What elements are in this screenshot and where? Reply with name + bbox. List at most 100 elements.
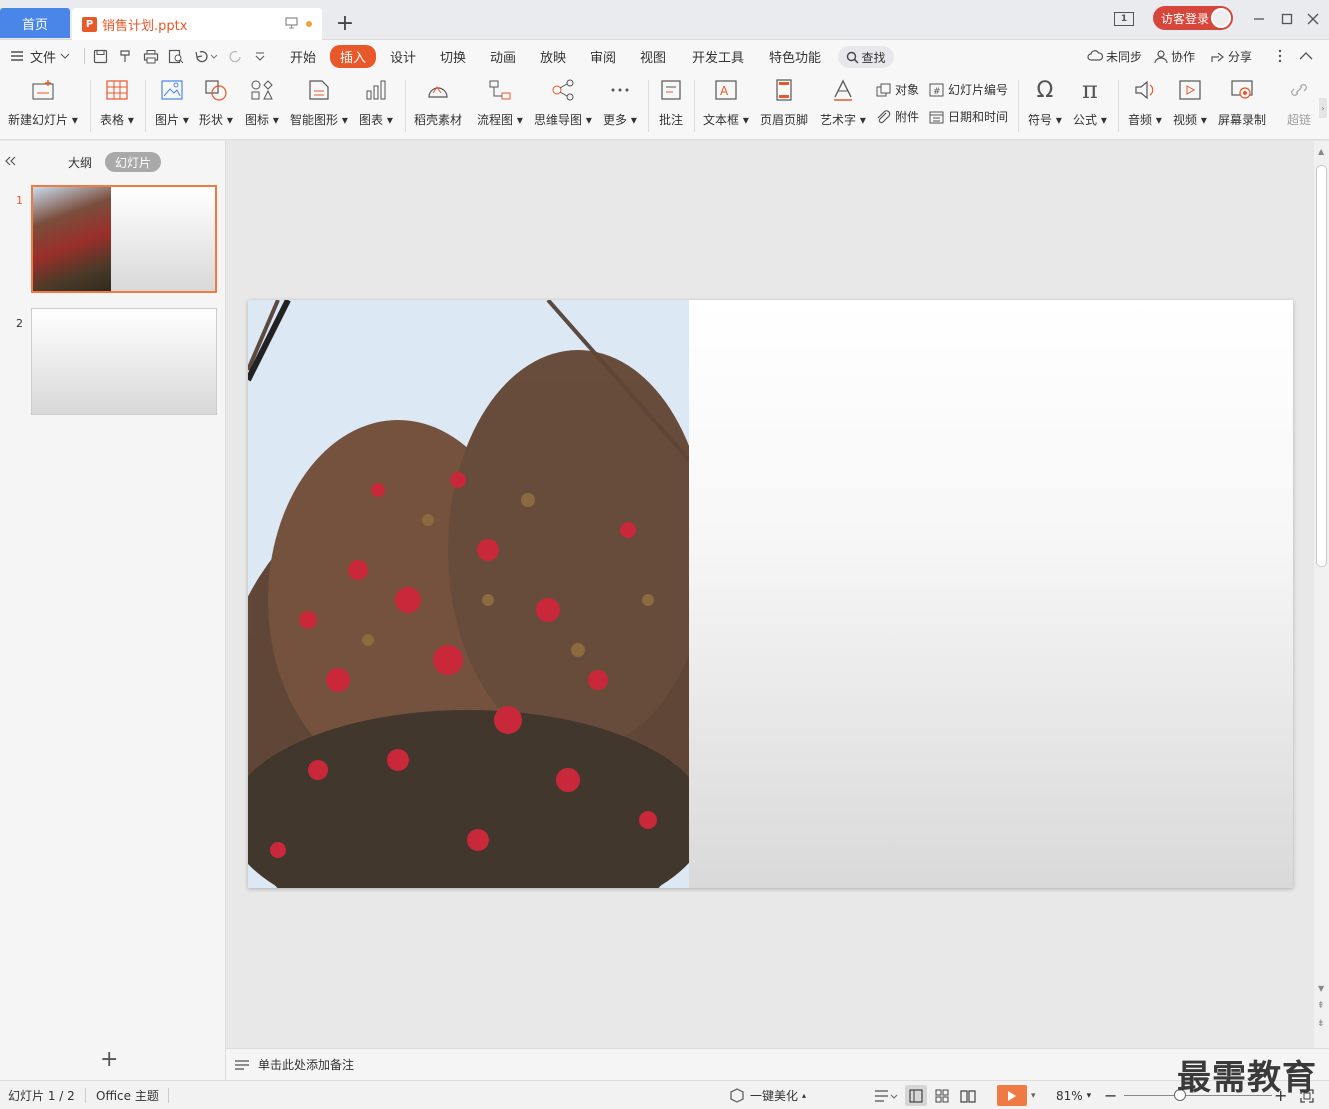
print-preview-icon[interactable] (168, 49, 184, 64)
current-slide[interactable] (248, 300, 1293, 888)
tab-animation[interactable]: 动画 (490, 40, 516, 72)
wordart-icon (833, 79, 852, 101)
tab-insert[interactable]: 插入 (330, 40, 377, 72)
object-button[interactable]: 对象 (876, 81, 919, 98)
slide-thumbnail-1[interactable] (31, 185, 217, 293)
wordart-button[interactable]: 艺术字 ▾ (820, 78, 866, 128)
file-menu[interactable]: 文件 (10, 40, 70, 72)
picture-button[interactable]: 图片 ▾ (155, 78, 189, 128)
hyperlink-button[interactable]: 超链 (1286, 78, 1312, 128)
search-label: 查找 (861, 50, 886, 65)
collab-button[interactable]: 协作 (1154, 40, 1195, 72)
scrollbar-thumb[interactable] (1316, 165, 1327, 567)
maximize-icon[interactable] (1278, 6, 1296, 32)
tab-outline[interactable]: 大纲 (60, 152, 100, 172)
formula-button[interactable]: π 公式 ▾ (1073, 76, 1107, 128)
redo-icon[interactable] (228, 49, 243, 64)
more-vertical-icon[interactable] (1277, 49, 1283, 63)
slide-thumbnail-2[interactable] (31, 308, 217, 415)
beautify-button[interactable]: 一键美化 ▴ (729, 1081, 806, 1109)
screen-record-label: 屏幕录制 (1218, 113, 1267, 127)
table-button[interactable]: 表格 ▾ (100, 78, 134, 128)
customize-quick-access-icon[interactable] (254, 51, 266, 63)
omega-icon: Ω (1036, 77, 1054, 103)
prev-slide-icon[interactable]: ⇞ (1317, 1001, 1325, 1011)
share-button[interactable]: 分享 (1210, 40, 1252, 72)
symbol-button[interactable]: Ω 符号 ▾ (1028, 78, 1062, 128)
attachment-button[interactable]: 附件 (876, 108, 919, 125)
login-button[interactable]: 访客登录 (1153, 6, 1233, 30)
tab-document[interactable]: P 销售计划.pptx (72, 8, 322, 40)
vertical-scrollbar[interactable]: ▲ ▼ ⇞ ⇟ (1314, 141, 1329, 1048)
collapse-panel-icon[interactable] (4, 156, 16, 166)
tab-design[interactable]: 设计 (390, 40, 416, 72)
slideshow-options-icon[interactable]: ▾ (1031, 1081, 1036, 1109)
more-button[interactable]: 更多 ▾ (603, 78, 637, 128)
header-footer-button[interactable]: 页眉页脚 (760, 78, 808, 128)
video-button[interactable]: 视频 ▾ (1173, 78, 1207, 128)
material-icon (428, 86, 448, 98)
ribbon-scroll-right-icon[interactable]: › (1319, 98, 1327, 118)
divider (1141, 6, 1147, 32)
tab-special[interactable]: 特色功能 (769, 40, 821, 72)
tab-slideshow[interactable]: 放映 (540, 40, 566, 72)
add-slide-button[interactable]: + (100, 1047, 118, 1072)
datetime-button[interactable]: 日期和时间 (929, 108, 1008, 125)
tab-developer-label: 开发工具 (692, 50, 745, 66)
chart-button[interactable]: 图表 ▾ (359, 78, 393, 128)
comment-layout-icon[interactable] (874, 1089, 898, 1103)
tab-developer[interactable]: 开发工具 (692, 40, 744, 72)
scroll-up-icon[interactable]: ▲ (1318, 147, 1324, 156)
tab-review[interactable]: 审阅 (590, 40, 616, 72)
tab-slides[interactable]: 幻灯片 (105, 152, 161, 172)
tab-start[interactable]: 开始 (290, 40, 316, 72)
slide-number-button[interactable]: # 幻灯片编号 (929, 81, 1008, 98)
icon-button[interactable]: 图标 ▾ (245, 78, 279, 128)
print-icon[interactable] (143, 49, 159, 64)
tab-slides-label: 幻灯片 (114, 155, 151, 170)
play-slideshow-button[interactable] (997, 1085, 1027, 1106)
tab-view[interactable]: 视图 (640, 40, 666, 72)
next-slide-icon[interactable]: ⇟ (1317, 1019, 1325, 1029)
scroll-down-icon[interactable]: ▼ (1318, 984, 1324, 993)
theme-name[interactable]: Office 主题 (96, 1081, 159, 1109)
new-slide-icon (32, 80, 54, 100)
collapse-ribbon-icon[interactable] (1299, 51, 1313, 61)
sync-button[interactable]: 未同步 (1087, 40, 1142, 72)
new-tab-button[interactable]: + (334, 10, 356, 36)
close-icon[interactable] (1304, 6, 1322, 32)
material-button[interactable]: 稻壳素材 (414, 78, 462, 128)
tab-home[interactable]: 首页 (0, 8, 70, 38)
undo-icon[interactable] (194, 49, 218, 64)
textbox-button[interactable]: A 文本框 ▾ (703, 78, 749, 128)
flowchart-button[interactable]: 流程图 ▾ (477, 78, 523, 128)
reading-view-icon[interactable] (960, 1089, 976, 1103)
zoom-level[interactable]: 81% ▾ (1056, 1081, 1091, 1109)
mindmap-button[interactable]: 思维导图 ▾ (534, 78, 592, 128)
video-icon (1179, 80, 1201, 100)
comment-button[interactable]: 批注 (658, 78, 684, 128)
zoom-out-button[interactable]: − (1104, 1081, 1117, 1109)
notes-pane[interactable]: 单击此处添加备注 (226, 1048, 1329, 1080)
normal-view-icon[interactable] (905, 1085, 927, 1106)
shape-button[interactable]: 形状 ▾ (199, 78, 233, 128)
tab-transition[interactable]: 切换 (440, 40, 466, 72)
search-icon (847, 51, 859, 63)
slide-photo-flowering-tree[interactable] (248, 300, 689, 888)
shape-label: 形状 ▾ (199, 113, 233, 127)
search-button[interactable]: 查找 (838, 46, 894, 68)
screen-record-button[interactable]: 屏幕录制 (1218, 78, 1266, 128)
sync-label: 未同步 (1106, 49, 1143, 64)
new-slide-button[interactable]: 新建幻灯片 ▾ (8, 78, 78, 128)
minimize-icon[interactable] (1250, 6, 1268, 32)
monitor-icon[interactable] (285, 16, 298, 32)
save-icon[interactable] (93, 49, 108, 64)
slide-sorter-icon[interactable] (935, 1089, 949, 1103)
format-painter-icon[interactable] (118, 49, 133, 64)
object-icon (876, 83, 891, 96)
page-indicator: 1 (1114, 12, 1134, 26)
thumbnail-background (111, 187, 215, 291)
audio-button[interactable]: 音频 ▾ (1128, 78, 1162, 128)
page-layout-icon[interactable]: 1 (1113, 6, 1135, 32)
smart-art-button[interactable]: 智能图形 ▾ (290, 78, 348, 128)
